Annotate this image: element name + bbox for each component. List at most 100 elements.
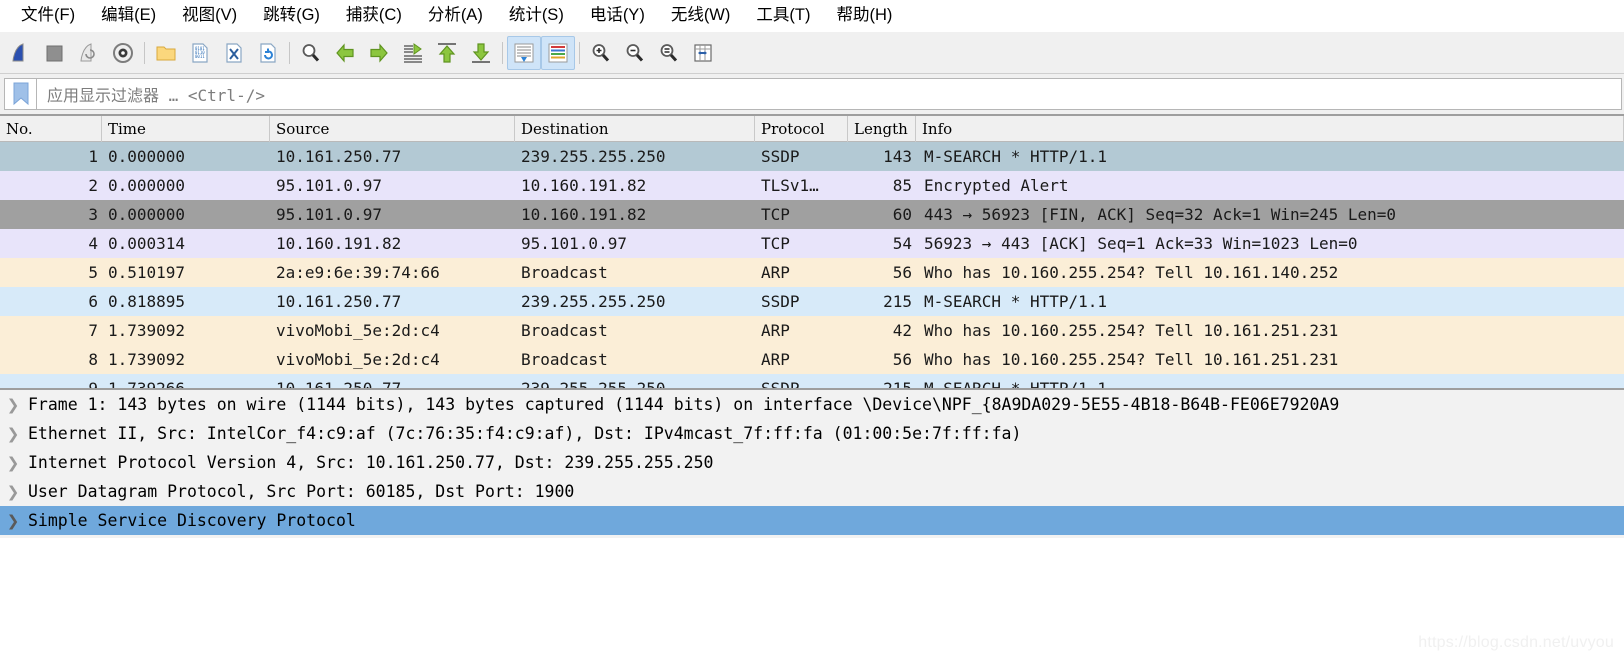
menu-go[interactable]: 跳转(G) [250,3,333,28]
cell-destination: Broadcast [521,350,608,369]
cell-no: 9 [0,374,102,388]
cell-info: 443 → 56923 [FIN, ACK] Seq=32 Ack=1 Win=… [924,205,1397,224]
menu-help[interactable]: 帮助(H) [823,3,905,28]
column-source[interactable]: Source [270,116,515,142]
packet-bytes-pane: https://blog.csdn.net/uvyou [0,538,1624,658]
column-no[interactable]: No. [0,116,102,142]
cell-length: 56 [892,263,912,282]
menu-tools[interactable]: 工具(T) [743,3,823,28]
toolbar-separator [140,40,149,66]
find-packet-icon[interactable] [294,36,328,70]
cell-time: 1.739092 [108,350,186,369]
detail-row-frame[interactable]: ❯ Frame 1: 143 bytes on wire (1144 bits),… [0,390,1624,419]
detail-row-ethernet[interactable]: ❯ Ethernet II, Src: IntelCor_f4:c9:af (7c… [0,419,1624,448]
zoom-out-icon[interactable] [618,36,652,70]
chevron-right-icon[interactable]: ❯ [0,425,26,443]
packet-details-pane[interactable]: ❯ Frame 1: 143 bytes on wire (1144 bits),… [0,388,1624,538]
cell-source: vivoMobi_5e:2d:c4 [276,350,440,369]
cell-length: 60 [892,205,912,224]
toolbar-separator [285,40,294,66]
cell-info: 56923 → 443 [ACK] Seq=1 Ack=33 Win=1023 … [924,234,1358,253]
detail-row-ipv4[interactable]: ❯ Internet Protocol Version 4, Src: 10.16… [0,448,1624,477]
table-row[interactable]: 2 0.000000 95.101.0.97 10.160.191.82 TLSv1… 8… [0,171,1624,200]
zoom-in-icon[interactable] [584,36,618,70]
cell-no: 8 [88,350,98,369]
cell-info: M-SEARCH * HTTP/1.1 [916,374,1624,388]
go-first-packet-icon[interactable] [430,36,464,70]
open-file-icon[interactable] [149,36,183,70]
capture-options-icon[interactable] [106,36,140,70]
stop-capture-icon[interactable] [38,36,72,70]
chevron-right-icon[interactable]: ❯ [0,396,26,414]
restart-capture-icon[interactable] [72,36,106,70]
menu-telephony[interactable]: 电话(Y) [577,3,658,28]
table-row[interactable]: 4 0.000314 10.160.191.82 95.101.0.97 TCP 54 56… [0,229,1624,258]
toolbar-separator [498,40,507,66]
cell-no: 6 [88,292,98,311]
cell-destination: 10.160.191.82 [521,176,647,195]
cell-protocol: SSDP [761,292,800,311]
display-filter-bar: 应用显示过滤器 … <Ctrl-/> [0,74,1624,116]
bookmark-icon[interactable] [4,77,36,110]
column-destination[interactable]: Destination [515,116,755,142]
menu-statistics[interactable]: 统计(S) [496,3,577,28]
packet-list-header: No. Time Source Destination Protocol Length In… [0,116,1624,142]
cell-length: 54 [892,234,912,253]
cell-time: 0.818895 [108,292,186,311]
start-capture-icon[interactable] [4,36,38,70]
detail-row-udp[interactable]: ❯ User Datagram Protocol, Src Port: 60185… [0,477,1624,506]
column-info[interactable]: Info [916,116,1624,142]
cell-length: 85 [892,176,912,195]
zoom-reset-icon[interactable] [652,36,686,70]
cell-no: 2 [88,176,98,195]
menu-wireless[interactable]: 无线(W) [658,3,744,28]
table-row[interactable]: 6 0.818895 10.161.250.77 239.255.255.250 SSD… [0,287,1624,316]
save-file-icon[interactable]: 0101 0110 0011 [183,36,217,70]
detail-row-label: User Datagram Protocol, Src Port: 60185,… [28,482,575,501]
cell-protocol: SSDP [755,374,848,388]
table-row[interactable]: 5 0.510197 2a:e9:6e:39:74:66 Broadcast ARP 56… [0,258,1624,287]
menu-edit[interactable]: 编辑(E) [88,3,169,28]
cell-length: 42 [892,321,912,340]
close-file-icon[interactable] [217,36,251,70]
column-length[interactable]: Length [848,116,916,142]
resize-columns-icon[interactable] [686,36,720,70]
go-to-packet-icon[interactable] [396,36,430,70]
menu-analyze[interactable]: 分析(A) [415,3,496,28]
cell-info: Who has 10.160.255.254? Tell 10.161.251.… [924,321,1339,340]
cell-protocol: ARP [761,321,790,340]
display-filter-input[interactable]: 应用显示过滤器 … <Ctrl-/> [36,77,1622,110]
packet-list-rows: 1 0.000000 10.161.250.77 239.255.255.250 SSD… [0,142,1624,388]
colorize-packets-icon[interactable] [541,35,575,70]
column-protocol[interactable]: Protocol [755,116,848,142]
detail-row-ssdp[interactable]: ❯ Simple Service Discovery Protocol [0,506,1624,535]
chevron-right-icon[interactable]: ❯ [0,483,26,501]
detail-row-label: Internet Protocol Version 4, Src: 10.161… [28,453,714,472]
auto-scroll-icon[interactable] [507,35,541,70]
cell-info: M-SEARCH * HTTP/1.1 [924,292,1108,311]
cell-source: 2a:e9:6e:39:74:66 [276,263,440,282]
table-row[interactable]: 8 1.739092 vivoMobi_5e:2d:c4 Broadcast ARP 56… [0,345,1624,374]
chevron-right-icon[interactable]: ❯ [0,454,26,472]
table-row[interactable]: 91.73926610.161.250.77239.255.255.250SSD… [0,374,1624,388]
chevron-right-icon[interactable]: ❯ [0,512,26,530]
cell-time: 0.000000 [108,176,186,195]
menu-file[interactable]: 文件(F) [8,3,88,28]
reload-file-icon[interactable] [251,36,285,70]
go-last-packet-icon[interactable] [464,36,498,70]
table-row[interactable]: 7 1.739092 vivoMobi_5e:2d:c4 Broadcast ARP 42… [0,316,1624,345]
cell-length: 56 [892,350,912,369]
table-row[interactable]: 1 0.000000 10.161.250.77 239.255.255.250 SSD… [0,142,1624,171]
menu-capture[interactable]: 捕获(C) [333,3,415,28]
toolbar-separator [575,40,584,66]
table-row[interactable]: 3 0.000000 95.101.0.97 10.160.191.82 TCP 60 44… [0,200,1624,229]
go-back-icon[interactable] [328,36,362,70]
cell-protocol: ARP [761,350,790,369]
cell-protocol: ARP [761,263,790,282]
packet-list-pane[interactable]: No. Time Source Destination Protocol Length In… [0,116,1624,388]
menu-view[interactable]: 视图(V) [169,3,250,28]
cell-time: 0.000000 [108,205,186,224]
go-forward-icon[interactable] [362,36,396,70]
column-time[interactable]: Time [102,116,270,142]
cell-no: 3 [88,205,98,224]
